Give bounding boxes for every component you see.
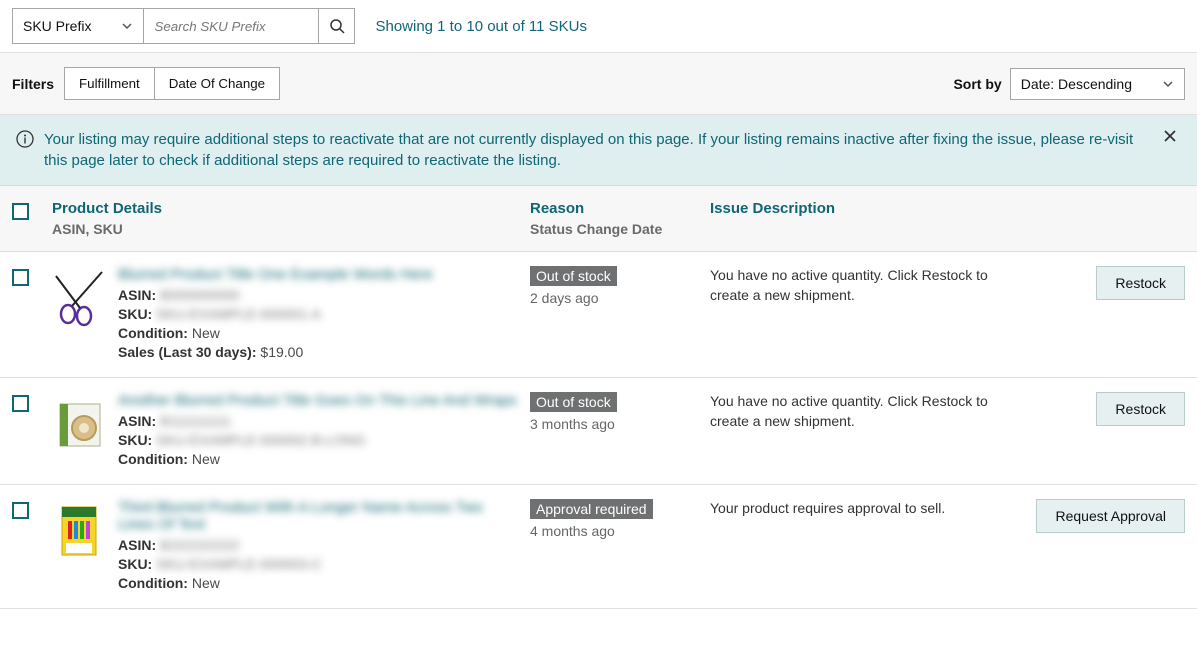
sku-prefix-dropdown[interactable]: SKU Prefix: [12, 8, 144, 44]
asin-label: ASIN:: [118, 287, 156, 303]
sku-label: SKU:: [118, 432, 152, 448]
condition-value: New: [192, 575, 220, 591]
status-badge: Out of stock: [530, 392, 617, 412]
info-icon: [16, 129, 34, 148]
sku-label: SKU:: [118, 306, 152, 322]
row-checkbox[interactable]: [12, 502, 29, 519]
restock-button[interactable]: Restock: [1096, 392, 1185, 426]
condition-label: Condition:: [118, 575, 188, 591]
issue-description: Your product requires approval to sell.: [710, 499, 1020, 519]
filter-button-group: Fulfillment Date Of Change: [64, 67, 280, 100]
info-banner: Your listing may require additional step…: [0, 115, 1197, 186]
chevron-down-icon: [121, 20, 133, 32]
condition-label: Condition:: [118, 451, 188, 467]
product-thumbnail: [52, 392, 106, 454]
sku-value: SKU-EXAMPLE-000003-C: [156, 556, 322, 572]
filters-bar: Filters Fulfillment Date Of Change Sort …: [0, 53, 1197, 115]
row-checkbox[interactable]: [12, 395, 29, 412]
issue-description: You have no active quantity. Click Resto…: [710, 392, 1020, 431]
header-issue-description: Issue Description: [710, 200, 1020, 217]
sku-label: SKU:: [118, 556, 152, 572]
condition-label: Condition:: [118, 325, 188, 341]
search-group: SKU Prefix: [12, 8, 355, 44]
asin-value: B000000000: [160, 287, 239, 303]
filters-left: Filters Fulfillment Date Of Change: [12, 67, 280, 100]
status-date: 4 months ago: [530, 523, 710, 539]
header-status-date: Status Change Date: [530, 221, 710, 237]
table-row: Third Blurred Product With A Longer Name…: [0, 485, 1197, 609]
header-reason: Reason: [530, 200, 710, 217]
asin-label: ASIN:: [118, 413, 156, 429]
header-details-col: Product Details ASIN, SKU: [52, 200, 530, 237]
search-toolbar: SKU Prefix Showing 1 to 10 out of 11 SKU…: [0, 0, 1197, 53]
sku-prefix-dropdown-label: SKU Prefix: [23, 18, 91, 34]
sort-dropdown-value: Date: Descending: [1021, 76, 1132, 92]
product-thumbnail: [52, 266, 106, 328]
condition-value: New: [192, 451, 220, 467]
search-icon: [329, 18, 345, 34]
restock-button[interactable]: Restock: [1096, 266, 1185, 300]
table-row: Blurred Product Title One Example Words …: [0, 252, 1197, 378]
header-asin-sku: ASIN, SKU: [52, 221, 520, 237]
table-header: Product Details ASIN, SKU Reason Status …: [0, 186, 1197, 252]
filter-date-of-change-button[interactable]: Date Of Change: [155, 67, 280, 100]
select-all-checkbox[interactable]: [12, 203, 29, 220]
request-approval-button[interactable]: Request Approval: [1036, 499, 1185, 533]
sort-dropdown[interactable]: Date: Descending: [1010, 68, 1185, 100]
sales-label: Sales (Last 30 days):: [118, 344, 257, 360]
sort-group: Sort by Date: Descending: [953, 68, 1185, 100]
table-row: Another Blurred Product Title Goes On Th…: [0, 378, 1197, 485]
header-reason-col: Reason Status Change Date: [530, 200, 710, 237]
status-date: 2 days ago: [530, 290, 710, 306]
product-title-link[interactable]: Third Blurred Product With A Longer Name…: [118, 499, 520, 533]
product-title-link[interactable]: Another Blurred Product Title Goes On Th…: [118, 392, 520, 409]
product-thumbnail: [52, 499, 106, 561]
sku-search-input[interactable]: [144, 8, 319, 44]
row-checkbox[interactable]: [12, 269, 29, 286]
header-issue-col: Issue Description: [710, 200, 1020, 217]
results-count: Showing 1 to 10 out of 11 SKUs: [375, 18, 587, 35]
header-product-details: Product Details: [52, 200, 520, 217]
close-icon[interactable]: [1159, 129, 1181, 143]
asin-label: ASIN:: [118, 537, 156, 553]
issue-description: You have no active quantity. Click Resto…: [710, 266, 1020, 305]
status-badge: Out of stock: [530, 266, 617, 286]
sales-value: $19.00: [260, 344, 303, 360]
filter-fulfillment-button[interactable]: Fulfillment: [64, 67, 155, 100]
condition-value: New: [192, 325, 220, 341]
sku-value: SKU-EXAMPLE-000001-A: [156, 306, 321, 322]
sort-label: Sort by: [953, 76, 1001, 92]
asin-value: B222222222: [160, 537, 239, 553]
status-badge: Approval required: [530, 499, 653, 519]
filters-label: Filters: [12, 76, 54, 92]
header-checkbox-col: [12, 200, 52, 220]
chevron-down-icon: [1162, 78, 1174, 90]
sku-value: SKU-EXAMPLE-000002-B-LONG: [156, 432, 365, 448]
asin-value: B111111111: [160, 413, 231, 429]
search-button[interactable]: [319, 8, 355, 44]
product-title-link[interactable]: Blurred Product Title One Example Words …: [118, 266, 520, 283]
status-date: 3 months ago: [530, 416, 710, 432]
info-banner-text: Your listing may require additional step…: [44, 129, 1149, 171]
